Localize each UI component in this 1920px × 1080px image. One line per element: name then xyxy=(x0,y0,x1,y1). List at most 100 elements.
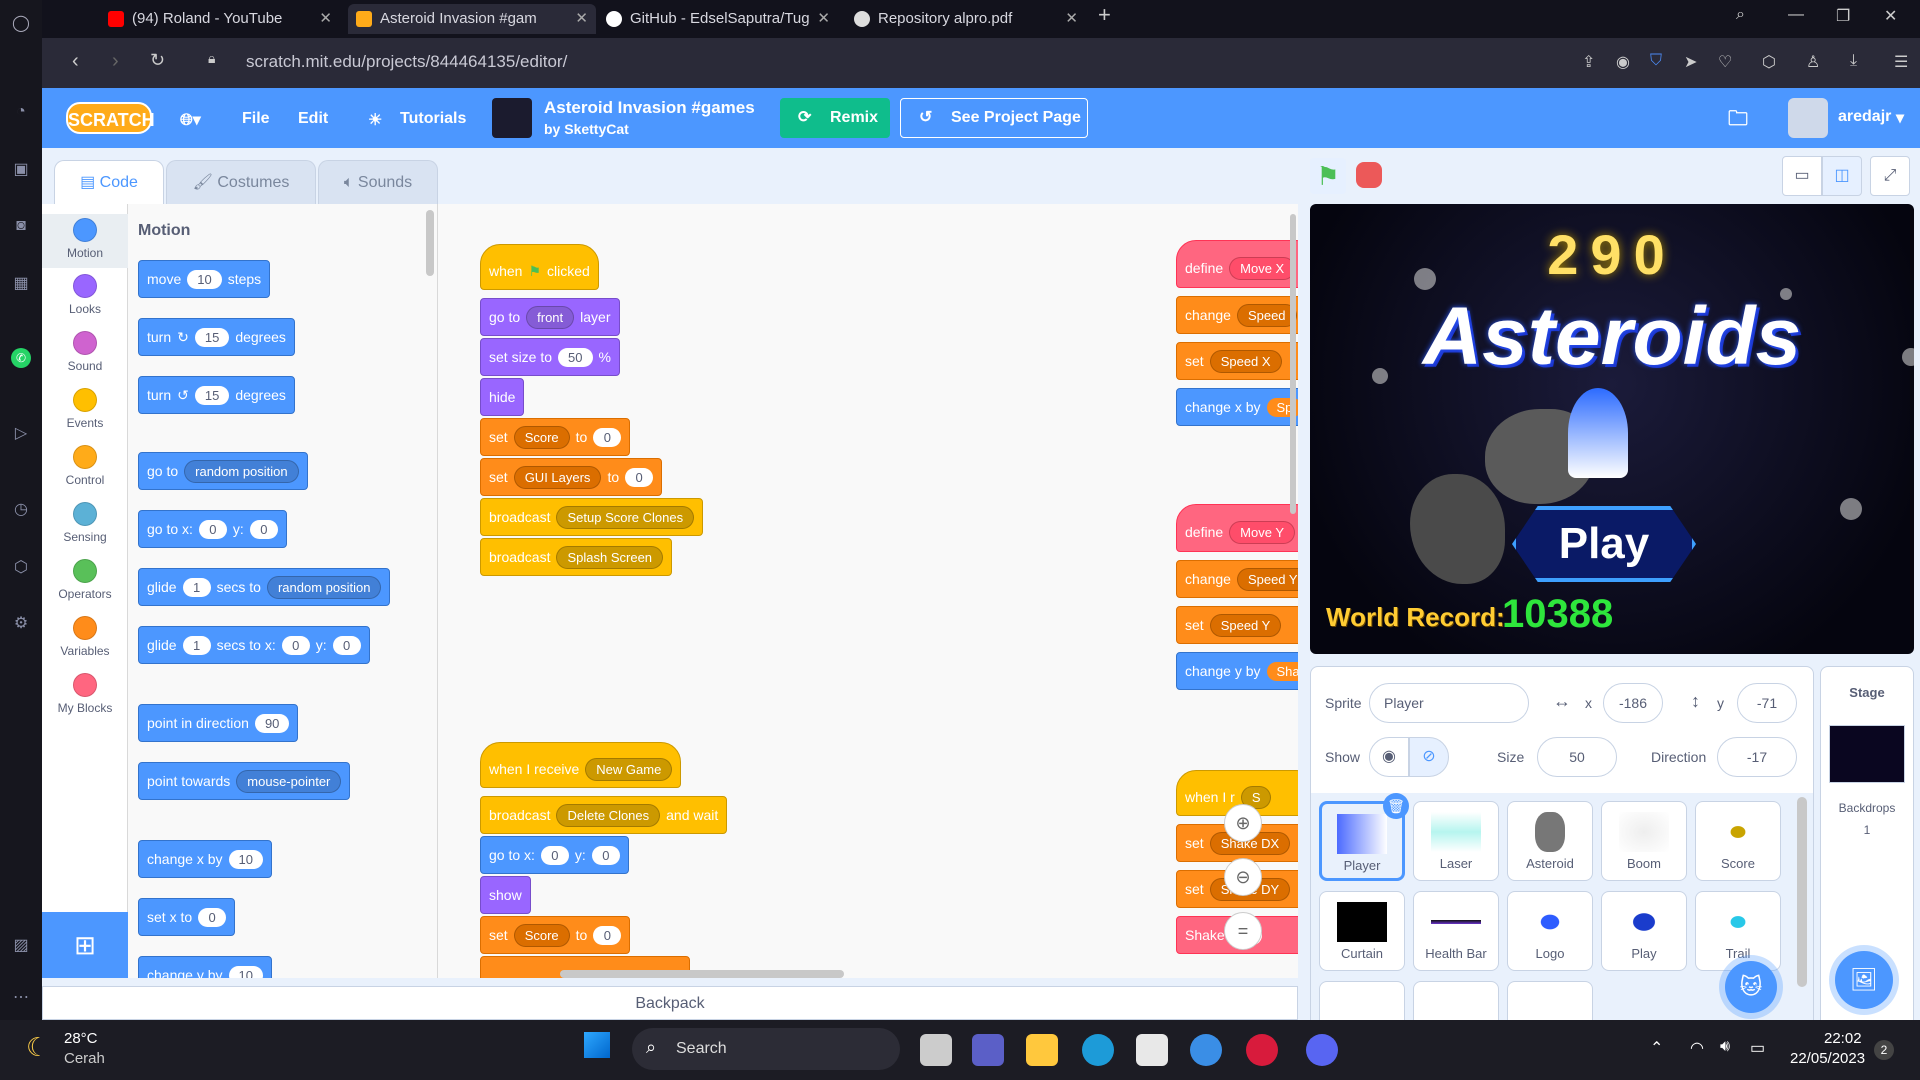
project-author[interactable]: by SkettyCat xyxy=(544,121,629,137)
palette-scrollbar[interactable] xyxy=(426,210,434,276)
block-input[interactable]: 0 xyxy=(332,635,361,655)
block-change-y[interactable]: change y by Sha xyxy=(1176,652,1298,690)
block-when-i-receive[interactable]: when I receive New Game xyxy=(480,742,682,788)
block-when-flag-clicked[interactable]: when ⚑ clicked xyxy=(480,244,599,290)
back-icon[interactable]: ‹ xyxy=(72,50,79,73)
box-icon[interactable]: ⬡ xyxy=(11,558,31,578)
teams-icon[interactable] xyxy=(972,1034,1004,1066)
block-broadcast[interactable]: broadcast Splash Screen xyxy=(480,538,673,576)
block-point-direction[interactable]: point in direction 90 xyxy=(138,704,299,742)
block-turn-left[interactable]: turn ↺ 15 degrees xyxy=(138,376,295,414)
block-input[interactable]: 50 xyxy=(558,347,593,367)
show-visible-button[interactable]: ◉ xyxy=(1369,737,1409,777)
block-dropdown[interactable]: random position xyxy=(184,459,299,483)
block-input[interactable]: Sha xyxy=(1266,661,1298,681)
sprite-tile-play[interactable]: Play xyxy=(1601,891,1687,971)
sprite-tile-boom[interactable]: Boom xyxy=(1601,801,1687,881)
direction-input[interactable]: -17 xyxy=(1717,737,1797,777)
player-icon[interactable]: ▷ xyxy=(11,424,31,444)
block-dropdown[interactable]: Delete Clones xyxy=(556,803,661,827)
tab-costumes[interactable]: 🖌︎ Costumes xyxy=(166,160,316,204)
block-input[interactable]: 10 xyxy=(228,965,263,978)
discord-icon[interactable] xyxy=(1306,1034,1338,1066)
close-icon[interactable]: ✕ xyxy=(575,4,588,34)
chevron-up-icon[interactable]: ⌃ xyxy=(1650,1038,1663,1058)
block-input[interactable]: 1 xyxy=(182,635,211,655)
share-icon[interactable]: ⇪ xyxy=(1582,52,1595,72)
opera-icon[interactable]: ◯ xyxy=(11,14,31,34)
block-dropdown[interactable]: random position xyxy=(266,575,382,599)
account-icon[interactable]: ♙ xyxy=(1806,52,1820,72)
history-icon[interactable]: ◷ xyxy=(11,500,31,520)
script-horizontal-scrollbar[interactable] xyxy=(560,970,844,978)
tab-youtube[interactable]: (94) Roland - YouTube ✕ xyxy=(100,4,340,34)
add-extension-button[interactable]: ⊞ xyxy=(42,912,128,978)
settings-icon[interactable]: ⚙ xyxy=(11,614,31,634)
battery-icon[interactable]: ▭ xyxy=(1750,1038,1765,1058)
remix-button[interactable]: Remix ⟳ xyxy=(780,98,890,138)
close-icon[interactable]: ✕ xyxy=(817,4,830,34)
stage-canvas[interactable]: 290 Asteroids Play World Record: 10388 xyxy=(1310,204,1914,654)
block-change-y[interactable]: change y by 10 xyxy=(138,956,272,978)
block-hide[interactable]: hide xyxy=(480,378,525,416)
more-icon[interactable]: ⋯ xyxy=(11,988,31,1008)
block-dropdown[interactable]: mouse-pointer xyxy=(236,769,342,793)
file-menu[interactable]: File xyxy=(242,110,270,128)
speed-dial-icon[interactable]: ◔ xyxy=(11,102,31,122)
block-dropdown[interactable]: Score xyxy=(513,923,570,947)
sprite-list-scrollbar[interactable] xyxy=(1797,797,1807,987)
shield-icon[interactable]: ⛉ xyxy=(1650,52,1662,70)
url-field[interactable]: scratch.mit.edu/projects/844464135/edito… xyxy=(246,52,567,72)
twitch-icon[interactable]: ◙ xyxy=(11,216,31,236)
block-glide[interactable]: glide 1 secs to random position xyxy=(138,568,391,606)
block-input[interactable]: 0 xyxy=(593,427,622,447)
gallery-icon[interactable]: ▨ xyxy=(11,936,31,956)
block-move[interactable]: move 10 steps xyxy=(138,260,271,298)
category-motion[interactable]: Motion xyxy=(42,214,128,268)
add-sprite-button[interactable]: 🐱︎ xyxy=(1725,961,1777,1013)
sprite-tile-curtain[interactable]: Curtain xyxy=(1319,891,1405,971)
zoom-in-button[interactable]: ⊕ xyxy=(1224,804,1262,842)
block-glide-xy[interactable]: glide 1 secs to x: 0 y: 0 xyxy=(138,626,370,664)
camera-icon[interactable]: ◉ xyxy=(1616,52,1630,72)
volume-icon[interactable]: 🔊︎ xyxy=(1720,1038,1730,1056)
backpack[interactable]: Backpack xyxy=(42,986,1298,1020)
tab-code[interactable]: ▤ Code xyxy=(54,160,164,204)
block-change-variable[interactable]: change Speed Y xyxy=(1176,560,1298,598)
taskbar-search[interactable]: ⌕ Search xyxy=(632,1028,900,1070)
block-point-towards[interactable]: point towards mouse-pointer xyxy=(138,762,351,800)
block-dropdown[interactable]: GUI Layers xyxy=(513,465,602,489)
clock-time[interactable]: 22:02 xyxy=(1824,1030,1862,1047)
block-go-to-layer[interactable]: go to front layer xyxy=(480,298,620,336)
block-set-x[interactable]: set x to 0 xyxy=(138,898,236,936)
block-input[interactable]: 10 xyxy=(228,849,263,869)
scratch-logo[interactable]: SCRATCH xyxy=(66,102,155,134)
chevron-down-icon[interactable]: ▾ xyxy=(1896,108,1904,128)
backdrop-thumbnail[interactable] xyxy=(1829,725,1905,783)
fullscreen-button[interactable]: ⤢ xyxy=(1870,156,1910,196)
category-control[interactable]: Control xyxy=(42,445,128,487)
heart-icon[interactable]: ♡ xyxy=(1718,52,1732,72)
block-dropdown[interactable]: Splash Screen xyxy=(556,545,664,569)
block-dropdown[interactable]: front xyxy=(526,305,575,329)
category-looks[interactable]: Looks xyxy=(42,274,128,316)
zoom-reset-button[interactable]: = xyxy=(1224,912,1262,950)
block-input[interactable]: 0 xyxy=(625,467,654,487)
small-stage-button[interactable]: ▭ xyxy=(1782,156,1822,196)
close-icon[interactable]: ✕ xyxy=(319,4,332,34)
block-goto-xy[interactable]: go to x: 0 y: 0 xyxy=(138,510,287,548)
tab-sounds[interactable]: 🔈︎ Sounds xyxy=(318,160,438,204)
category-events[interactable]: Events xyxy=(42,388,128,430)
block-dropdown[interactable]: Setup Score Clones xyxy=(556,505,695,529)
clock-date[interactable]: 22/05/2023 xyxy=(1790,1050,1865,1067)
reload-icon[interactable]: ↻ xyxy=(150,50,165,71)
block-change-x[interactable]: change x by 10 xyxy=(138,840,272,878)
block-set-size[interactable]: set size to 50% xyxy=(480,338,620,376)
edge-icon[interactable] xyxy=(1082,1034,1114,1066)
tab-github[interactable]: GitHub - EdselSaputra/Tug ✕ xyxy=(598,4,838,34)
add-backdrop-button[interactable]: 🖼︎ xyxy=(1835,951,1893,1009)
show-hidden-button[interactable]: ⊘ xyxy=(1409,737,1449,777)
shop-icon[interactable]: ▣ xyxy=(11,160,31,180)
block-define-move-x[interactable]: define Move X xyxy=(1176,240,1298,288)
sprite-name-input[interactable]: Player xyxy=(1369,683,1529,723)
